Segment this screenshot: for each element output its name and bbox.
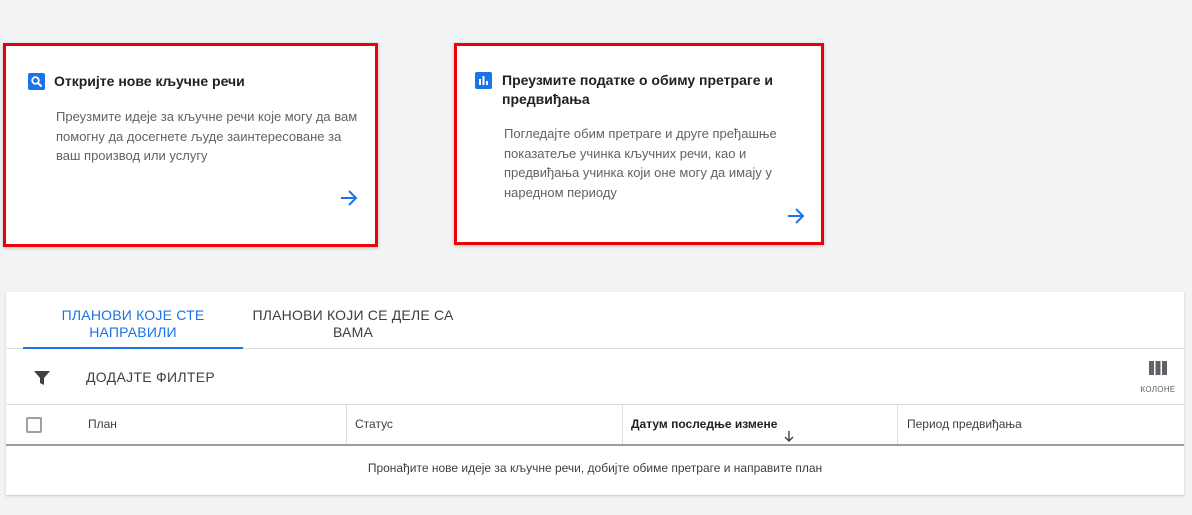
column-header-status[interactable]: Статус (355, 405, 393, 444)
arrow-right-icon[interactable] (785, 205, 807, 227)
search-volume-forecast-card[interactable]: Преузмите податке о обиму претраге и пре… (454, 43, 824, 245)
column-header-last-modified[interactable]: Датум последње измене (631, 405, 795, 444)
plans-tabs: ПЛАНОВИ КОЈЕ СТЕ НАПРАВИЛИ ПЛАНОВИ КОЈИ … (6, 292, 1184, 349)
columns-label: КОЛОНЕ (1140, 385, 1176, 394)
empty-table-message: Пронађите нове идеје за кључне речи, доб… (367, 461, 823, 475)
arrow-down-icon (783, 419, 795, 442)
tab-shared-plans[interactable]: ПЛАНОВИ КОЈИ СЕ ДЕЛЕ СА ВАМА (243, 307, 463, 341)
search-icon (28, 73, 45, 90)
column-divider (897, 405, 898, 444)
tab-own-plans[interactable]: ПЛАНОВИ КОЈЕ СТЕ НАПРАВИЛИ (23, 307, 243, 349)
column-header-forecast-period[interactable]: Период предвиђања (907, 405, 1022, 444)
add-filter-button[interactable]: ДОДАЈТЕ ФИЛТЕР (86, 369, 215, 385)
card-title: Откријте нове кључне речи (54, 73, 245, 89)
column-header-plan[interactable]: План (88, 405, 117, 444)
filter-icon[interactable] (33, 369, 51, 387)
discover-keywords-card[interactable]: Откријте нове кључне речи Преузмите идеј… (3, 43, 378, 247)
select-all-checkbox[interactable] (26, 417, 42, 433)
column-divider (622, 405, 623, 444)
arrow-right-icon[interactable] (338, 187, 360, 209)
card-description: Преузмите идеје за кључне речи које могу… (56, 109, 358, 163)
card-description: Погледајте обим претраге и друге пређашњ… (504, 126, 777, 200)
columns-icon (1149, 361, 1167, 375)
card-title: Преузмите податке о обиму претраге и пре… (502, 72, 773, 107)
columns-button[interactable]: КОЛОНЕ (1138, 361, 1178, 397)
bar-chart-icon (475, 72, 492, 89)
column-header-label: Датум последње измене (631, 417, 778, 431)
column-divider (346, 405, 347, 444)
filter-bar: ДОДАЈТЕ ФИЛТЕР КОЛОНЕ (6, 349, 1184, 405)
table-header: План Статус Датум последње измене Период… (6, 405, 1184, 446)
plans-panel: ПЛАНОВИ КОЈЕ СТЕ НАПРАВИЛИ ПЛАНОВИ КОЈИ … (6, 292, 1184, 495)
